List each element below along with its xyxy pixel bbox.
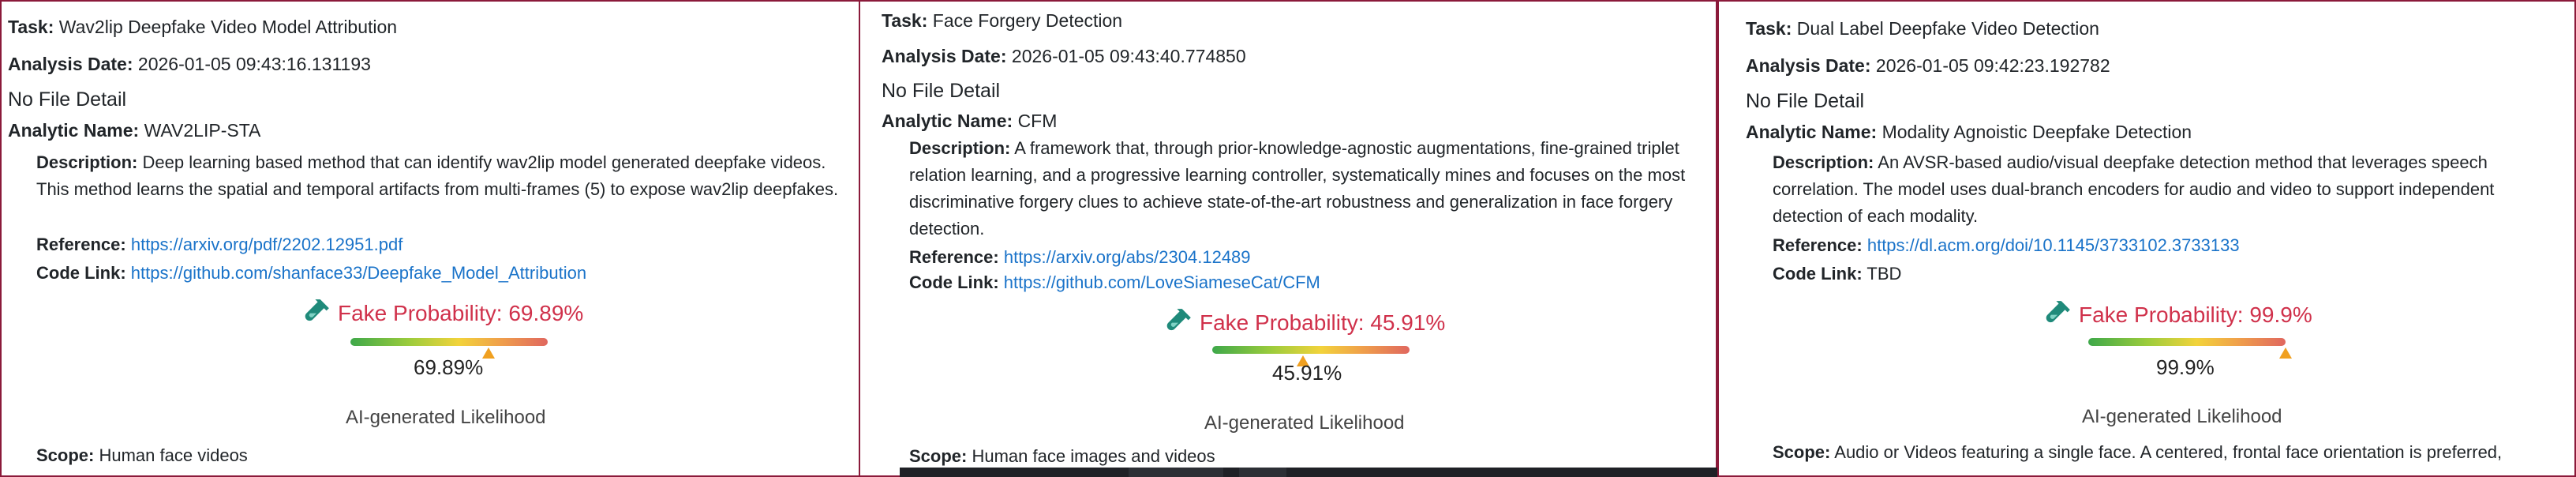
result-card-cfm: Task: Face Forgery Detection Analysis Da… <box>859 0 1717 477</box>
analytic-name-value: WAV2LIP-STA <box>144 120 261 141</box>
description: Description: An AVSR-based audio/visual … <box>1773 152 2495 226</box>
code-link-row: Code Link: https://github.com/shanface33… <box>36 263 587 283</box>
test-tube-icon <box>1166 309 1191 331</box>
fake-probability-text: Fake Probability: 99.9% <box>2079 302 2312 327</box>
scope-row: Scope: Human face images and videos <box>909 446 1215 466</box>
analysis-date-row: Analysis Date: 2026-01-05 09:43:16.13119… <box>8 54 371 74</box>
description-text: A framework that, through prior-knowledg… <box>909 138 1686 238</box>
code-link[interactable]: https://github.com/LoveSiameseCat/CFM <box>1004 272 1320 292</box>
fake-probability: Fake Probability: 99.9% <box>2042 299 2312 329</box>
analysis-date-row: Analysis Date: 2026-01-05 09:43:40.77485… <box>882 46 1246 66</box>
fake-probability: Fake Probability: 69.89% <box>301 297 583 327</box>
code-link-row: Code Link: https://github.com/LoveSiames… <box>909 272 1320 292</box>
analytic-name-row: Analytic Name: CFM <box>882 111 1058 131</box>
analytic-name-row: Analytic Name: Modality Agnoistic Deepfa… <box>1746 122 2192 142</box>
result-card-modality-agnostic: Task: Dual Label Deepfake Video Detectio… <box>1717 0 2576 477</box>
analytic-name-value: Modality Agnoistic Deepfake Detection <box>1881 122 2192 142</box>
scope-row: Scope: Audio or Videos featuring a singl… <box>1773 442 2503 462</box>
taskbar-strip <box>900 468 1717 477</box>
scope-row: Scope: Human face videos <box>36 445 248 465</box>
probability-bar <box>2088 338 2286 346</box>
scope-value: Human face images and videos <box>972 446 1215 466</box>
description-text: An AVSR-based audio/visual deepfake dete… <box>1773 152 2495 226</box>
probability-percent: 99.9% <box>2156 355 2215 379</box>
task-value: Face Forgery Detection <box>932 10 1123 31</box>
probability-bar <box>1212 346 1410 354</box>
reference-link[interactable]: https://dl.acm.org/doi/10.1145/3733102.3… <box>1867 235 2240 255</box>
analytic-name-value: CFM <box>1017 111 1058 131</box>
fake-probability-text: Fake Probability: 45.91% <box>1200 310 1446 335</box>
scope-value: Human face videos <box>99 445 248 465</box>
analysis-date-value: 2026-01-05 09:43:16.131193 <box>137 54 371 74</box>
code-link[interactable]: https://github.com/shanface33/Deepfake_M… <box>131 263 586 283</box>
analysis-date-value: 2026-01-05 09:43:40.774850 <box>1011 46 1246 66</box>
task-value: Wav2lip Deepfake Video Model Attribution <box>58 17 398 37</box>
code-link-row: Code Link: TBD <box>1773 264 1902 284</box>
task-value: Dual Label Deepfake Video Detection <box>1796 18 2099 39</box>
task-row: Task: Face Forgery Detection <box>882 10 1123 31</box>
analysis-date-value: 2026-01-05 09:42:23.192782 <box>1875 55 2110 76</box>
task-row: Task: Wav2lip Deepfake Video Model Attri… <box>8 17 398 37</box>
probability-percent: 69.89% <box>414 355 484 379</box>
probability-bar <box>350 338 548 346</box>
reference-row: Reference: https://dl.acm.org/doi/10.114… <box>1773 235 2240 255</box>
file-detail: No File Detail <box>882 80 1001 102</box>
probability-marker <box>2278 347 2292 359</box>
test-tube-icon <box>2046 301 2070 323</box>
fake-probability-text: Fake Probability: 69.89% <box>338 301 584 325</box>
analytic-name-row: Analytic Name: WAV2LIP-STA <box>8 120 261 141</box>
analysis-date-row: Analysis Date: 2026-01-05 09:42:23.19278… <box>1746 55 2110 76</box>
reference-link[interactable]: https://arxiv.org/abs/2304.12489 <box>1004 247 1251 267</box>
file-detail: No File Detail <box>8 88 127 111</box>
reference-row: Reference: https://arxiv.org/abs/2304.12… <box>909 247 1251 267</box>
file-detail: No File Detail <box>1746 90 1865 112</box>
probability-percent: 45.91% <box>1272 361 1342 385</box>
ai-likelihood-label: AI-generated Likelihood <box>2082 406 2282 427</box>
test-tube-icon <box>305 299 329 321</box>
reference-link[interactable]: https://arxiv.org/pdf/2202.12951.pdf <box>131 235 403 254</box>
description: Description: Deep learning based method … <box>36 152 839 199</box>
description-text: Deep learning based method that can iden… <box>36 152 839 199</box>
fake-probability: Fake Probability: 45.91% <box>1163 306 1445 336</box>
description: Description: A framework that, through p… <box>909 138 1686 238</box>
code-link-value: TBD <box>1866 264 1902 284</box>
ai-likelihood-label: AI-generated Likelihood <box>1204 412 1405 434</box>
task-row: Task: Dual Label Deepfake Video Detectio… <box>1746 18 2099 39</box>
scope-value: Audio or Videos featuring a single face.… <box>1834 442 2503 462</box>
ai-likelihood-label: AI-generated Likelihood <box>346 407 546 428</box>
result-card-wav2lip: Task: Wav2lip Deepfake Video Model Attri… <box>0 0 860 477</box>
reference-row: Reference: https://arxiv.org/pdf/2202.12… <box>36 235 403 254</box>
probability-marker <box>481 347 495 359</box>
